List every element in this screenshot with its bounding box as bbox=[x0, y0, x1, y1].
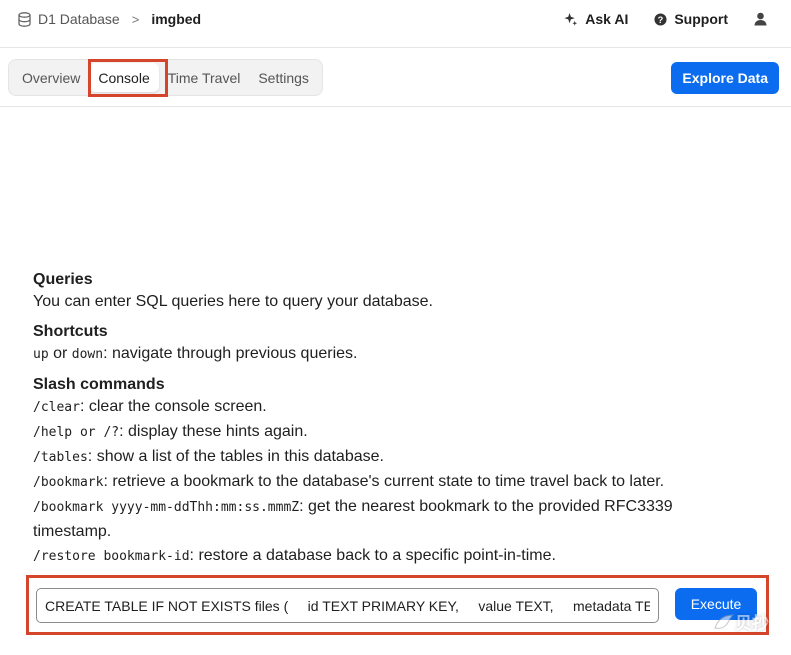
breadcrumb-current: imgbed bbox=[151, 11, 202, 27]
watermark-logo: 贝抄 bbox=[713, 609, 769, 634]
user-icon[interactable] bbox=[754, 12, 767, 26]
slash-tables-text: : show a list of the tables in this data… bbox=[87, 448, 384, 465]
console-help: Queries You can enter SQL queries here t… bbox=[33, 270, 753, 569]
slash-clear-cmd: /clear bbox=[33, 400, 80, 415]
ask-ai-label: Ask AI bbox=[585, 11, 629, 27]
tab-group: Overview Console Time Travel Settings bbox=[8, 59, 323, 96]
support-button[interactable]: ? Support bbox=[654, 11, 728, 27]
explore-data-button[interactable]: Explore Data bbox=[671, 62, 779, 94]
sql-query-input[interactable] bbox=[36, 588, 659, 623]
slash-tables-cmd: /tables bbox=[33, 450, 88, 465]
svg-text:?: ? bbox=[658, 14, 664, 24]
slash-bookmark-ts-line: /bookmark yyyy-mm-ddThh:mm:ss.mmmZ: get … bbox=[33, 495, 753, 544]
queries-heading: Queries bbox=[33, 271, 93, 288]
ask-ai-button[interactable]: Ask AI bbox=[563, 11, 628, 27]
help-circle-icon: ? bbox=[654, 12, 667, 26]
database-icon bbox=[18, 11, 32, 27]
slash-bookmark-text: : retrieve a bookmark to the database's … bbox=[103, 473, 665, 490]
breadcrumb-separator: > bbox=[131, 11, 140, 27]
slash-tables-line: /tables: show a list of the tables in th… bbox=[33, 445, 753, 470]
shortcut-or: or bbox=[48, 345, 72, 362]
support-label: Support bbox=[674, 11, 728, 27]
queries-text: You can enter SQL queries here to query … bbox=[33, 293, 433, 310]
slash-restore-cmd: /restore bookmark-id bbox=[33, 549, 190, 564]
tab-overview[interactable]: Overview bbox=[13, 63, 89, 92]
slash-bookmark-ts-cmd: /bookmark yyyy-mm-ddThh:mm:ss.mmmZ bbox=[33, 500, 300, 515]
sparkle-icon bbox=[564, 12, 578, 26]
command-bar-highlight-box: Execute bbox=[26, 575, 769, 635]
watermark-icon bbox=[714, 613, 735, 629]
slash-clear-text: : clear the console screen. bbox=[79, 398, 267, 415]
shortcut-down: down bbox=[71, 347, 104, 362]
top-bar: D1 Database > imgbed Ask AI ? Support bbox=[0, 0, 791, 48]
slash-bookmark-line: /bookmark: retrieve a bookmark to the da… bbox=[33, 470, 753, 495]
shortcuts-line: up or down: navigate through previous qu… bbox=[33, 342, 753, 367]
shortcuts-heading: Shortcuts bbox=[33, 323, 108, 340]
slash-clear-line: /clear: clear the console screen. bbox=[33, 395, 753, 420]
slash-commands-heading: Slash commands bbox=[33, 376, 165, 393]
shortcut-text: : navigate through previous queries. bbox=[103, 345, 358, 362]
tab-time-travel[interactable]: Time Travel bbox=[159, 63, 250, 92]
breadcrumb: D1 Database > imgbed bbox=[18, 11, 201, 27]
slash-bookmark-cmd: /bookmark bbox=[33, 475, 104, 490]
slash-help-line: /help or /?: display these hints again. bbox=[33, 420, 753, 445]
watermark-text: 贝抄 bbox=[735, 614, 769, 633]
slash-help-text: : display these hints again. bbox=[119, 423, 308, 440]
slash-restore-text: : restore a database back to a specific … bbox=[189, 547, 556, 564]
slash-restore-line: /restore bookmark-id: restore a database… bbox=[33, 544, 753, 569]
tab-settings[interactable]: Settings bbox=[249, 63, 318, 92]
slash-help-cmd: /help or /? bbox=[33, 425, 120, 440]
shortcut-up: up bbox=[33, 347, 49, 362]
tab-console[interactable]: Console bbox=[89, 63, 159, 92]
breadcrumb-database-link[interactable]: D1 Database bbox=[38, 11, 120, 27]
